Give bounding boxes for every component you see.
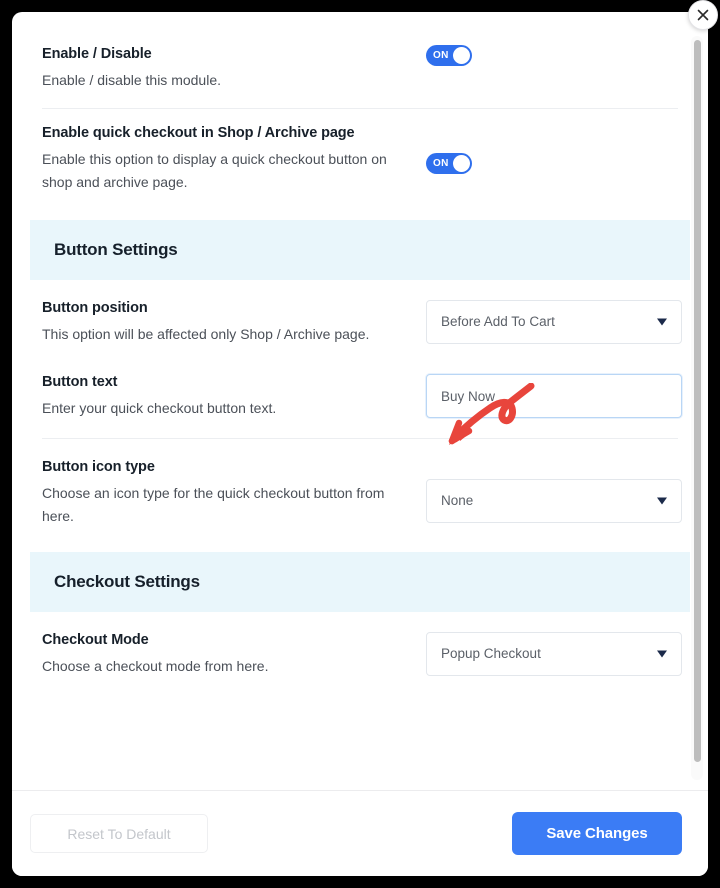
select-checkout-mode[interactable]: Popup Checkout — [426, 632, 682, 676]
settings-scroll-area[interactable]: Enable / Disable Enable / disable this m… — [12, 12, 708, 790]
setting-title: Button position — [42, 300, 148, 316]
modal-footer: Reset To Default Save Changes — [12, 790, 708, 876]
toggle-state-label: ON — [433, 158, 449, 169]
reset-to-default-button[interactable]: Reset To Default — [30, 814, 208, 853]
setting-control: ON — [426, 123, 678, 174]
chevron-down-icon — [657, 497, 667, 505]
section-header-checkout-settings: Checkout Settings — [30, 552, 690, 612]
select-value: None — [441, 493, 474, 509]
toggle-state-label: ON — [433, 50, 449, 61]
setting-text: Checkout Mode Choose a checkout mode fro… — [42, 630, 426, 678]
setting-row-button-text: Button text Enter your quick checkout bu… — [30, 354, 690, 438]
section-header-button-settings: Button Settings — [30, 220, 690, 280]
save-changes-button[interactable]: Save Changes — [512, 812, 682, 855]
setting-control: ON — [426, 44, 678, 66]
select-value: Popup Checkout — [441, 646, 541, 662]
scrollbar-thumb[interactable] — [694, 40, 701, 762]
setting-row-quick-checkout: Enable quick checkout in Shop / Archive … — [30, 109, 690, 216]
setting-description: Enter your quick checkout button text. — [42, 400, 277, 416]
section-title: Checkout Settings — [54, 572, 200, 591]
settings-modal: Enable / Disable Enable / disable this m… — [12, 12, 708, 876]
button-text-input[interactable] — [426, 374, 682, 418]
setting-description: Enable this option to display a quick ch… — [42, 151, 387, 190]
select-button-icon-type[interactable]: None — [426, 479, 682, 523]
chevron-down-icon — [657, 318, 667, 326]
setting-description: Enable / disable this module. — [42, 72, 221, 88]
setting-title: Button icon type — [42, 459, 155, 475]
setting-text: Button text Enter your quick checkout bu… — [42, 372, 426, 420]
setting-description: This option will be affected only Shop /… — [42, 326, 370, 342]
select-button-position[interactable]: Before Add To Cart — [426, 300, 682, 344]
setting-text: Enable quick checkout in Shop / Archive … — [42, 123, 426, 194]
setting-text: Button position This option will be affe… — [42, 298, 426, 346]
setting-control: None — [426, 457, 682, 523]
setting-row-checkout-mode: Checkout Mode Choose a checkout mode fro… — [30, 612, 690, 686]
toggle-knob — [453, 47, 470, 64]
setting-text: Enable / Disable Enable / disable this m… — [42, 44, 426, 92]
setting-control: Popup Checkout — [426, 630, 682, 676]
setting-title: Button text — [42, 374, 118, 390]
close-icon — [697, 9, 709, 21]
toggle-knob — [453, 155, 470, 172]
setting-text: Button icon type Choose an icon type for… — [42, 457, 426, 528]
setting-description: Choose an icon type for the quick checko… — [42, 485, 385, 524]
toggle-enable-disable[interactable]: ON — [426, 45, 472, 66]
setting-control — [426, 372, 682, 418]
setting-control: Before Add To Cart — [426, 298, 682, 344]
close-button[interactable] — [688, 0, 718, 30]
section-title: Button Settings — [54, 240, 178, 259]
setting-description: Choose a checkout mode from here. — [42, 658, 269, 674]
setting-row-enable-disable: Enable / Disable Enable / disable this m… — [30, 30, 690, 108]
settings-content: Enable / Disable Enable / disable this m… — [12, 30, 708, 686]
setting-row-button-position: Button position This option will be affe… — [30, 280, 690, 354]
toggle-quick-checkout[interactable]: ON — [426, 153, 472, 174]
setting-title: Enable / Disable — [42, 46, 152, 62]
setting-title: Checkout Mode — [42, 632, 149, 648]
setting-title: Enable quick checkout in Shop / Archive … — [42, 125, 355, 141]
setting-row-button-icon-type: Button icon type Choose an icon type for… — [30, 439, 690, 548]
chevron-down-icon — [657, 650, 667, 658]
select-value: Before Add To Cart — [441, 314, 555, 330]
